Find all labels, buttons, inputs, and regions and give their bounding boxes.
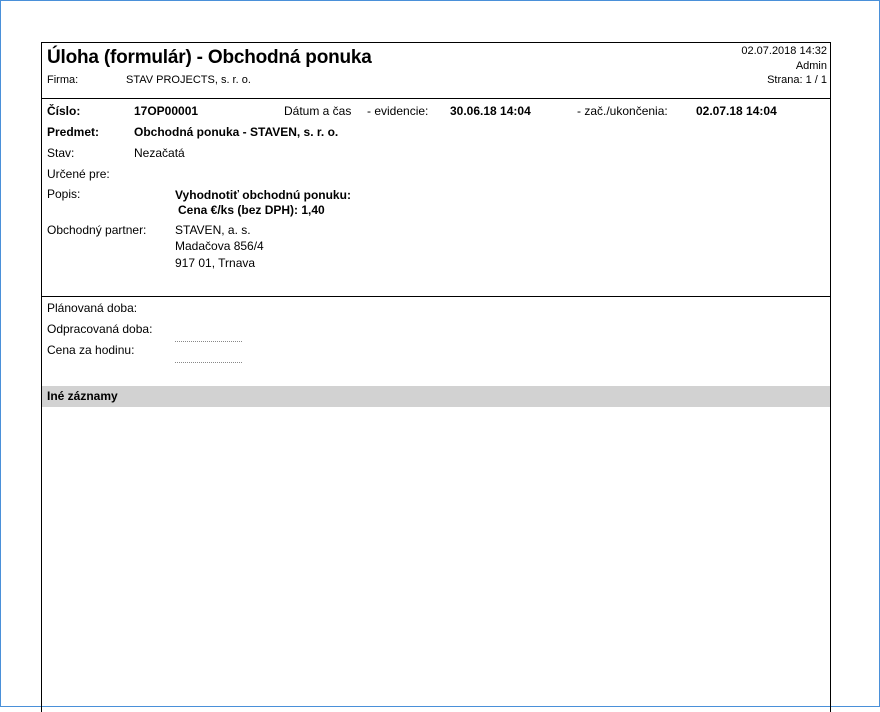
report-title: Úloha (formulár) - Obchodná ponuka [47,47,372,68]
partner-line-2: Madačova 856/4 [175,239,264,253]
worked-time-line [175,341,242,342]
hourly-rate-label: Cena za hodinu: [47,343,135,357]
evidence-label: - evidencie: [367,104,429,118]
print-user: Admin [795,60,827,72]
hourly-rate-line [175,362,242,363]
start-end-value: 02.07.18 14:04 [696,104,777,118]
number-label: Číslo: [47,104,81,118]
print-datetime: 02.07.2018 14:32 [741,45,827,57]
description-line-2: Cena €/ks (bez DPH): 1,40 [178,203,325,217]
evidence-value: 30.06.18 14:04 [450,104,531,118]
description-line-1: Vyhodnotiť obchodnú ponuku: [175,188,351,202]
company-label: Firma: [47,74,79,86]
worked-time-label: Odpracovaná doba: [47,322,153,336]
header-divider [42,98,830,99]
status-value: Nezačatá [134,146,185,160]
subject-label: Predmet: [47,125,100,139]
description-label: Popis: [47,187,81,201]
other-records-title: Iné záznamy [47,389,118,403]
partner-line-3: 917 01, Trnava [175,256,256,270]
number-value: 17OP00001 [134,104,199,118]
subject-value: Obchodná ponuka - STAVEN, s. r. o. [134,125,339,139]
start-end-label: - zač./ukončenia: [577,104,668,118]
partner-line-1: STAVEN, a. s. [175,223,251,237]
page-counter: Strana: 1 / 1 [767,74,827,86]
other-records-bar: Iné záznamy [42,386,830,407]
report-page: Úloha (formulár) - Obchodná ponuka Firma… [41,42,831,712]
planned-time-label: Plánovaná doba: [47,301,138,315]
status-label: Stav: [47,146,75,160]
company-value: STAV PROJECTS, s. r. o. [126,74,251,86]
assigned-label: Určené pre: [47,167,110,181]
partner-label: Obchodný partner: [47,223,147,237]
details-divider [42,296,830,297]
datetime-label: Dátum a čas [284,104,352,118]
